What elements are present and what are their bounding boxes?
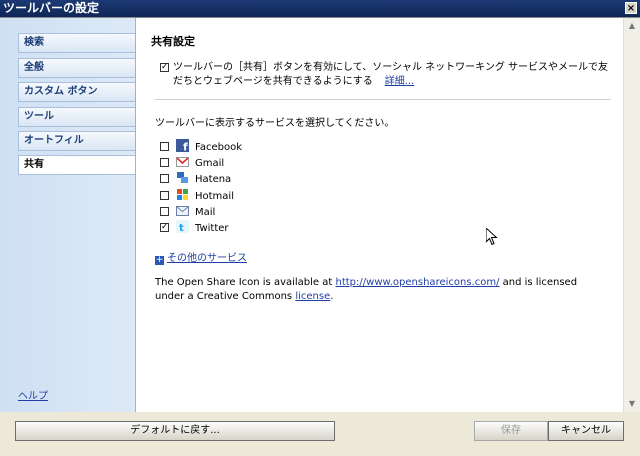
- save-button[interactable]: 保存: [474, 421, 548, 441]
- facebook-checkbox[interactable]: [160, 142, 169, 151]
- sidebar-item-search[interactable]: 検索: [18, 33, 135, 53]
- hatena-icon: [177, 172, 188, 183]
- enable-share-description: ツールバーの［共有］ボタンを有効にして、ソーシャル ネットワーキング サービスや…: [173, 61, 613, 89]
- more-services-link[interactable]: + その他のサービス: [155, 249, 247, 265]
- service-label: Facebook: [195, 142, 242, 153]
- license-link[interactable]: license: [295, 291, 330, 302]
- svg-text:f: f: [183, 141, 188, 153]
- twitter-icon: t: [176, 220, 189, 233]
- hotmail-icon: [177, 189, 188, 200]
- sidebar-item-general[interactable]: 全般: [18, 58, 135, 78]
- sidebar: 検索 全般 カスタム ボタン ツール オートフィル 共有 ヘルプ: [0, 18, 136, 412]
- service-label: Hotmail: [195, 191, 234, 202]
- svg-text:t: t: [179, 223, 184, 233]
- sidebar-item-custom-buttons[interactable]: カスタム ボタン: [18, 82, 135, 102]
- mail-icon: [176, 206, 189, 216]
- hatena-checkbox[interactable]: [160, 174, 169, 183]
- service-label: Gmail: [195, 158, 225, 169]
- service-label: Hatena: [195, 174, 232, 185]
- license-text-part: The Open Share Icon is available at: [155, 277, 336, 288]
- scrollbar[interactable]: ▲ ▼: [623, 18, 640, 412]
- gmail-icon: [176, 157, 189, 167]
- details-link[interactable]: 詳細...: [385, 76, 415, 87]
- reset-defaults-button[interactable]: デフォルトに戻す...: [15, 421, 335, 441]
- twitter-checkbox[interactable]: ✓: [160, 223, 169, 232]
- close-icon[interactable]: ×: [625, 2, 637, 14]
- facebook-icon: f: [176, 139, 189, 152]
- window-titlebar: ツールバーの設定 ×: [0, 0, 640, 17]
- page-title: 共有設定: [151, 35, 195, 48]
- service-label: Twitter: [195, 223, 229, 234]
- openshareicons-link[interactable]: http://www.openshareicons.com/: [336, 277, 500, 288]
- mail-checkbox[interactable]: [160, 207, 169, 216]
- select-services-label: ツールバーに表示するサービスを選択してください。: [155, 118, 395, 129]
- more-services-label: その他のサービス: [167, 253, 247, 264]
- enable-share-checkbox[interactable]: ✓: [160, 63, 169, 72]
- scroll-up-icon[interactable]: ▲: [626, 20, 638, 32]
- license-text: The Open Share Icon is available at http…: [155, 276, 605, 304]
- service-label: Mail: [195, 207, 216, 218]
- sidebar-item-tools[interactable]: ツール: [18, 107, 135, 127]
- cancel-button[interactable]: キャンセル: [548, 421, 624, 441]
- main-content: 共有設定 ✓ ツールバーの［共有］ボタンを有効にして、ソーシャル ネットワーキン…: [137, 18, 623, 412]
- sidebar-item-autofill[interactable]: オートフィル: [18, 131, 135, 151]
- gmail-checkbox[interactable]: [160, 158, 169, 167]
- hotmail-checkbox[interactable]: [160, 191, 169, 200]
- window-title: ツールバーの設定: [3, 1, 100, 15]
- mouse-cursor-icon: [486, 228, 498, 246]
- scroll-down-icon[interactable]: ▼: [626, 398, 638, 410]
- sidebar-item-share[interactable]: 共有: [18, 155, 135, 175]
- help-link[interactable]: ヘルプ: [18, 387, 48, 402]
- divider: [155, 99, 611, 100]
- dialog-body: 検索 全般 カスタム ボタン ツール オートフィル 共有 ヘルプ 共有設定 ✓ …: [0, 17, 640, 412]
- license-text-part: .: [330, 291, 334, 302]
- plus-icon: +: [155, 255, 164, 265]
